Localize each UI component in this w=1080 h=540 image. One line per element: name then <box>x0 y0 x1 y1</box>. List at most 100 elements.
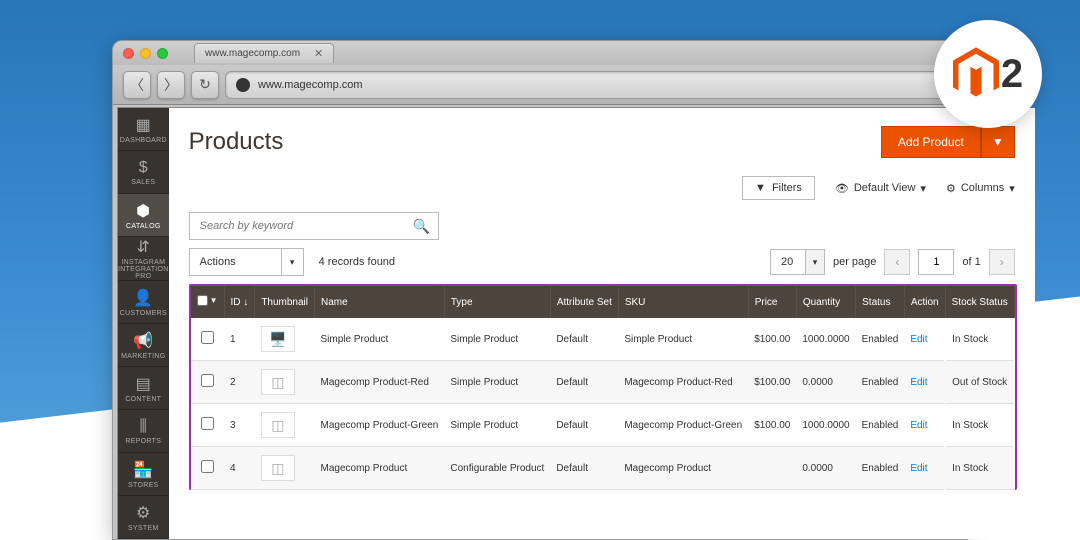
col-price[interactable]: Price <box>748 286 796 318</box>
cell-qty: 0.0000 <box>796 361 855 404</box>
back-button[interactable]: 〈 <box>123 71 151 99</box>
sidebar-item-instagram[interactable]: ⇵INSTAGRAM INTEGRATION PRO <box>118 237 169 281</box>
browser-tab[interactable]: www.magecomp.com ✕ <box>194 43 334 63</box>
col-name[interactable]: Name <box>315 286 445 318</box>
logo-number: 2 <box>1001 52 1023 97</box>
columns-button[interactable]: ⚙Columns▾ <box>946 182 1015 195</box>
page-input[interactable] <box>918 249 954 275</box>
sidebar-item-catalog[interactable]: ⬢CATALOG <box>118 194 169 237</box>
sidebar-label: SYSTEM <box>128 525 159 532</box>
cell-attrset: Default <box>550 404 618 447</box>
cell-type: Configurable Product <box>444 447 550 490</box>
row-checkbox[interactable] <box>201 460 214 473</box>
cell-name: Simple Product <box>315 318 445 361</box>
sidebar-label: SALES <box>131 179 155 186</box>
caret-icon[interactable]: ▼ <box>210 296 218 305</box>
row-checkbox[interactable] <box>201 374 214 387</box>
sidebar-label: INSTAGRAM INTEGRATION PRO <box>118 259 169 280</box>
filters-label: Filters <box>772 182 802 194</box>
marketing-icon: 📢 <box>133 331 153 351</box>
edit-link[interactable]: Edit <box>910 334 927 345</box>
caret-icon: ▾ <box>281 249 303 275</box>
url-bar[interactable]: www.magecomp.com <box>225 71 957 99</box>
table-row[interactable]: 4◫Magecomp ProductConfigurable ProductDe… <box>191 447 1015 490</box>
reload-button[interactable]: ↻ <box>191 71 219 99</box>
close-tab-icon[interactable]: ✕ <box>314 47 323 60</box>
cell-price: $100.00 <box>748 361 796 404</box>
table-row[interactable]: 1🖥️Simple ProductSimple ProductDefaultSi… <box>191 318 1015 361</box>
sidebar-item-stores[interactable]: 🏪STORES <box>118 453 169 496</box>
edit-link[interactable]: Edit <box>910 463 927 474</box>
cell-status: Enabled <box>856 404 905 447</box>
col-status[interactable]: Status <box>856 286 905 318</box>
prev-page-button[interactable]: ‹ <box>884 249 910 275</box>
sidebar-item-sales[interactable]: $ SALES <box>118 151 169 194</box>
col-thumbnail[interactable]: Thumbnail <box>255 286 315 318</box>
sidebar-label: STORES <box>128 482 158 489</box>
page-title: Products <box>189 128 284 156</box>
edit-link[interactable]: Edit <box>910 377 927 388</box>
col-qty[interactable]: Quantity <box>796 286 855 318</box>
admin-sidebar: ▦DASHBOARD $ SALES ⬢CATALOG ⇵INSTAGRAM IN… <box>118 108 169 539</box>
customers-icon: 👤 <box>133 288 153 308</box>
filters-button[interactable]: ▼Filters <box>742 176 815 200</box>
sidebar-item-marketing[interactable]: 📢MARKETING <box>118 324 169 367</box>
magento2-logo: 2 <box>934 20 1042 128</box>
thumbnail-icon: ◫ <box>261 412 295 438</box>
cell-attrset: Default <box>550 318 618 361</box>
url-text: www.magecomp.com <box>258 79 363 91</box>
cell-stock-status: In Stock <box>945 404 1014 447</box>
sales-icon: $ <box>139 159 148 177</box>
add-product-dropdown[interactable]: ▼ <box>981 126 1015 158</box>
search-icon[interactable]: 🔍 <box>406 218 438 235</box>
caret-icon: ▾ <box>805 249 825 275</box>
sidebar-label: DASHBOARD <box>120 137 167 144</box>
col-type[interactable]: Type <box>444 286 550 318</box>
record-count: 4 records found <box>319 256 395 268</box>
per-page-select[interactable]: 20▾ <box>770 249 825 275</box>
cell-qty: 0.0000 <box>796 447 855 490</box>
maximize-window-icon[interactable] <box>157 48 168 59</box>
row-checkbox[interactable] <box>201 417 214 430</box>
close-window-icon[interactable] <box>123 48 134 59</box>
next-page-button[interactable]: › <box>989 249 1015 275</box>
add-product-button[interactable]: Add Product <box>881 126 981 158</box>
col-action[interactable]: Action <box>904 286 945 318</box>
row-checkbox[interactable] <box>201 331 214 344</box>
table-row[interactable]: 3◫Magecomp Product-GreenSimple ProductDe… <box>191 404 1015 447</box>
edit-link[interactable]: Edit <box>910 420 927 431</box>
col-sku[interactable]: SKU <box>618 286 748 318</box>
cell-sku: Magecomp Product-Red <box>618 361 748 404</box>
cell-qty: 1000.0000 <box>796 318 855 361</box>
default-view-toggle[interactable]: 👁 Default View ▾ <box>835 182 926 195</box>
select-all-checkbox[interactable] <box>197 295 208 306</box>
table-row[interactable]: 2◫Magecomp Product-RedSimple ProductDefa… <box>191 361 1015 404</box>
forward-button[interactable]: 〉 <box>157 71 185 99</box>
cell-sku: Simple Product <box>618 318 748 361</box>
columns-label: Columns <box>961 182 1004 194</box>
eye-icon: 👁 <box>835 182 849 195</box>
col-attrset[interactable]: Attribute Set <box>550 286 618 318</box>
cell-sku: Magecomp Product-Green <box>618 404 748 447</box>
reports-icon: ⫼ <box>139 418 147 436</box>
sidebar-item-system[interactable]: ⚙ SYSTEM <box>118 496 169 539</box>
caret-icon: ▾ <box>920 182 926 195</box>
sidebar-item-customers[interactable]: 👤CUSTOMERS <box>118 281 169 324</box>
search-input[interactable] <box>190 220 406 232</box>
sidebar-item-content[interactable]: ▤CONTENT <box>118 367 169 410</box>
sidebar-label: CATALOG <box>126 223 161 230</box>
site-identity-icon <box>236 78 250 92</box>
col-id[interactable]: ID ↓ <box>224 286 255 318</box>
sidebar-item-dashboard[interactable]: ▦DASHBOARD <box>118 108 169 151</box>
sidebar-label: CONTENT <box>125 396 161 403</box>
view-label: Default View <box>854 182 916 194</box>
col-stock[interactable]: Stock Status <box>945 286 1014 318</box>
cell-status: Enabled <box>856 318 905 361</box>
actions-select[interactable]: Actions ▾ <box>189 248 304 276</box>
minimize-window-icon[interactable] <box>140 48 151 59</box>
cell-id: 1 <box>224 318 255 361</box>
actions-label: Actions <box>200 256 236 268</box>
system-icon: ⚙ <box>136 503 151 523</box>
sidebar-item-reports[interactable]: ⫼REPORTS <box>118 410 169 453</box>
cell-price: $100.00 <box>748 318 796 361</box>
